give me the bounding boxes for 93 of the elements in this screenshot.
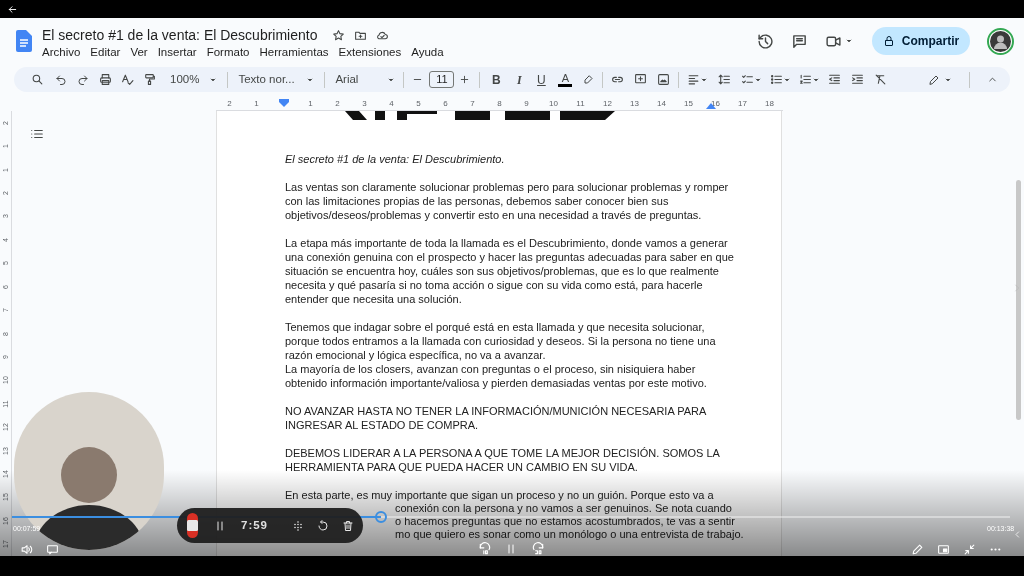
share-button[interactable]: Compartir [872, 27, 970, 55]
ruler-number: 7 [470, 99, 475, 110]
paragraph: En esta parte, es muy importante que sigan un proceso y no un guión. Porque esto va a [285, 488, 715, 502]
text-line: mo que quiero es sonar como un monólogo o una entrevista de trabajo. [395, 528, 744, 541]
zoom-dropdown[interactable]: 100% [170, 70, 218, 89]
minimize-icon[interactable] [963, 543, 976, 556]
ruler-number: 3 [362, 99, 367, 110]
ruler-number: 12 [603, 99, 612, 110]
text-line: conexión con la persona y no vamos a ser genuinos. Se nota cuando [395, 502, 732, 515]
back-arrow-icon[interactable] [7, 3, 18, 15]
ruler-number: 16 [711, 99, 720, 110]
plus-icon[interactable] [459, 74, 471, 85]
ruler-number: 2 [335, 99, 340, 110]
ruler-number: 17 [738, 99, 747, 110]
ruler-number: 6 [443, 99, 448, 110]
highlighter-icon[interactable] [582, 73, 595, 86]
stop-recording-button[interactable] [187, 513, 198, 538]
menu-item[interactable]: Ayuda [411, 44, 444, 62]
ruler-number: 14 [657, 99, 666, 110]
undo-icon[interactable] [55, 73, 67, 86]
ruler-number: 1 [308, 99, 313, 110]
font-dropdown[interactable]: Arial [335, 70, 396, 89]
paragraph: NO AVANZAR HASTA NO TENER LA INFORMACIÓN/MUNICIÓN NECESARIA PARA INGRESAR AL ESTADO DE COMPRA. [285, 404, 708, 432]
scrollbar-thumb[interactable] [1016, 180, 1021, 420]
add-comment-icon[interactable] [634, 73, 648, 86]
outline-icon[interactable] [30, 127, 44, 141]
document-heading: El secreto #1 de la venta: El Descubrimiento. [285, 152, 506, 166]
history-icon[interactable] [757, 32, 774, 50]
ruler-number: 8 [497, 99, 502, 110]
ruler-number: 18 [765, 99, 774, 110]
paragraph: Tenemos que indagar sobre el porqué está en esta llamada y que necesita solucionar, porque todos entramos a la llamada con curiosidad y deseos. Si la persona no tiene una razón emocional y lógica específica, no va a avanzar. [285, 320, 717, 362]
ruler-number: 1 [254, 99, 259, 110]
redo-icon[interactable] [77, 73, 89, 86]
captions-icon[interactable] [46, 543, 59, 556]
ruler-number: 9 [524, 99, 529, 110]
paint-format-icon[interactable] [143, 73, 156, 86]
ruler-number: 5 [416, 99, 421, 110]
docs-logo-icon[interactable] [16, 30, 32, 52]
bulleted-list-icon[interactable] [770, 73, 784, 86]
decrease-indent-icon[interactable] [828, 73, 842, 86]
text-color-button[interactable]: A [558, 72, 573, 87]
avatar[interactable] [987, 27, 1014, 55]
ruler-number: 11 [576, 99, 585, 110]
align-left-icon[interactable] [687, 73, 701, 86]
menu-item[interactable]: Archivo [42, 44, 81, 62]
bold-button[interactable]: B [489, 70, 504, 89]
font-size-field[interactable]: 11 [429, 71, 455, 88]
comment-icon[interactable] [791, 32, 808, 50]
menu-item[interactable]: Insertar [157, 44, 197, 62]
dot-grid-icon[interactable] [292, 519, 305, 532]
star-icon[interactable] [332, 28, 346, 42]
ruler-number: 2 [227, 99, 232, 110]
caret-icon[interactable] [845, 37, 853, 45]
forward-icon[interactable] [531, 542, 545, 556]
left-indent-marker-icon[interactable] [278, 99, 289, 107]
menu-item[interactable]: Extensiones [338, 44, 402, 62]
pause-icon[interactable] [214, 519, 226, 532]
menu-item[interactable]: Ver [130, 44, 148, 62]
line-spacing-icon[interactable] [718, 73, 732, 86]
stop-icon [187, 520, 198, 531]
menu-item[interactable]: Formato [206, 44, 250, 62]
spellcheck-icon[interactable] [121, 73, 134, 86]
paragraph: La mayoría de los closers, avanzan con preguntas o el proceso, sin nisiquiera haber obtenido información importante/valiosa y pierden demasiadas ventas por este motivo. [285, 362, 708, 390]
rewind-icon[interactable] [478, 542, 492, 556]
lock-icon [882, 35, 895, 47]
clear-formatting-icon[interactable] [874, 73, 888, 86]
restart-icon[interactable] [317, 519, 330, 532]
checklist-icon[interactable] [741, 73, 755, 86]
paragraph: La etapa más importante de toda la llamada es el Descubrimiento, donde vamos a generar una conexión genuina con el prospecto y hacer las preguntas adecuadas para saber en que situación se encuentra hoy, cuáles son sus objetivos/problemas, que es lo que realmente necesita y qué pasaría si no toma acción o sigue con su vida como está, para hacerle entender que necesita una solución. [285, 236, 735, 306]
ruler-number: 13 [630, 99, 639, 110]
paragraph: DEBEMOS LIDERAR A LA PERSONA A QUE TOME LA MEJOR DECISIÓN. SOMOS LA HERRAMIENTA PARA QUE PUEDA HACER UN CAMBIO EN SU VIDA. [285, 446, 721, 474]
volume-icon[interactable] [20, 543, 33, 556]
ruler-number: 15 [684, 99, 693, 110]
increase-indent-icon[interactable] [851, 73, 865, 86]
ruler-number: 4 [389, 99, 394, 110]
numbered-list-icon[interactable] [799, 73, 813, 86]
italic-button[interactable]: I [513, 70, 526, 89]
paragraph: Las ventas son claramente solucionar problemas pero para solucionar problemas y romper con las limitaciones propias de las personas, debemos saber conocer bien sus objetivos/deseos/problemas y convertir esto en una necesidad a través de preguntas. [285, 180, 730, 222]
paragraph-style-dropdown[interactable]: Texto nor... [238, 70, 315, 89]
underline-button[interactable]: U [535, 70, 548, 89]
text-line: o hacemos preguntas que no estamos acostumbrados, te vas a sentir [395, 515, 735, 528]
print-icon[interactable] [99, 73, 112, 86]
ruler-number: 10 [549, 99, 558, 110]
pencil-icon[interactable] [928, 73, 940, 86]
trash-icon[interactable] [342, 519, 355, 532]
progress-thumb[interactable] [375, 511, 388, 523]
search-icon[interactable] [31, 73, 44, 86]
image-icon[interactable] [657, 73, 671, 86]
picture-in-picture-icon[interactable] [937, 543, 950, 556]
menu-item[interactable]: Editar [90, 44, 121, 62]
menu-item[interactable]: Herramientas [259, 44, 329, 62]
document-title[interactable]: El secreto #1 de la venta: El Descubrimiento [42, 24, 318, 46]
recording-time: 7:59 [241, 517, 269, 533]
